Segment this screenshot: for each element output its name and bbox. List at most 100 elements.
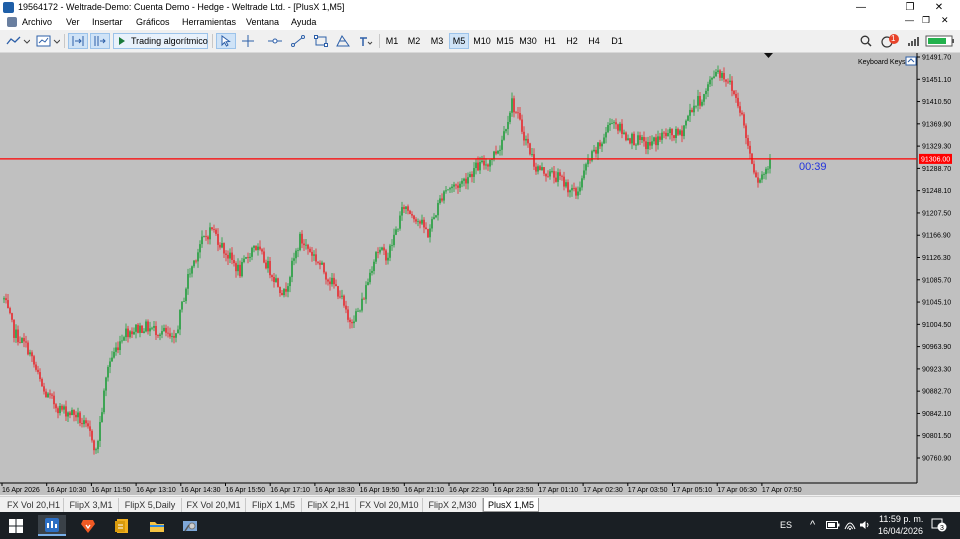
cursor-icon[interactable]	[216, 33, 236, 49]
bearish-candle	[329, 281, 331, 285]
clock-time[interactable]: 11:59 p. m.	[879, 514, 923, 524]
search-icon[interactable]	[858, 33, 874, 49]
bearish-candle	[147, 321, 149, 332]
menu-graficos[interactable]: Gráficos	[136, 17, 170, 27]
bullish-candle	[611, 123, 613, 124]
bullish-candle	[481, 160, 483, 163]
bullish-candle	[551, 171, 553, 172]
timeframe-h2[interactable]: H2	[562, 33, 582, 49]
algo-trading-button[interactable]: Trading algorítmico	[113, 33, 208, 49]
bearish-candle	[273, 277, 275, 282]
price-tick-label: 91369.90	[922, 121, 951, 128]
bearish-candle	[11, 313, 13, 320]
menu-close[interactable]: ✕	[941, 15, 949, 26]
tab-fx-vol-20-m10[interactable]: FX Vol 20,M10	[356, 498, 423, 512]
bullish-candle	[115, 347, 117, 352]
language-indicator[interactable]: ES	[780, 520, 792, 530]
bullish-candle	[583, 170, 585, 179]
bullish-candle	[689, 109, 691, 116]
metatrader-taskbar-icon[interactable]	[38, 515, 66, 536]
show-hidden-icons[interactable]: ^	[810, 519, 815, 531]
windows-start-icon[interactable]	[2, 515, 30, 536]
tab-plusx-1-m5[interactable]: PlusX 1,M5	[483, 498, 539, 512]
bullish-candle	[105, 377, 107, 391]
battery-icon[interactable]	[826, 520, 840, 532]
bearish-candle	[9, 308, 11, 314]
menu-minimize[interactable]: —	[905, 15, 914, 25]
menu-herramientas[interactable]: Herramientas	[182, 17, 236, 27]
timeframe-m2[interactable]: M2	[404, 33, 424, 49]
timeframe-m15[interactable]: M15	[494, 33, 516, 49]
menu-insertar[interactable]: Insertar	[92, 17, 123, 27]
bearish-candle	[325, 272, 327, 280]
bearish-candle	[659, 136, 661, 140]
bearish-candle	[633, 133, 635, 146]
bullish-candle	[687, 115, 689, 121]
tab-flipx-3-m1[interactable]: FlipX 3,M1	[64, 498, 119, 512]
menu-ventana[interactable]: Ventana	[246, 17, 279, 27]
notifications-icon[interactable]	[879, 33, 901, 49]
bullish-candle	[565, 182, 567, 187]
timeframe-h1[interactable]: H1	[540, 33, 560, 49]
menu-ver[interactable]: Ver	[66, 17, 80, 27]
bearish-candle	[157, 335, 159, 336]
bullish-candle	[29, 352, 31, 355]
bearish-candle	[141, 325, 143, 334]
keyboard-keys-icon[interactable]	[905, 56, 917, 66]
tab-flipx-5-daily[interactable]: FlipX 5,Daily	[119, 498, 182, 512]
horizontal-line-icon[interactable]	[265, 33, 285, 49]
timeframe-h4[interactable]: H4	[584, 33, 604, 49]
brave-browser-icon[interactable]	[74, 515, 102, 536]
price-chart[interactable]: 91491.70 91451.10 91410.50 91369.90 91329.30…	[0, 53, 960, 495]
file-explorer-icon[interactable]	[143, 515, 171, 536]
menu-archivo[interactable]: Archivo	[22, 17, 52, 27]
chart-shift-marker[interactable]	[764, 53, 773, 58]
tab-flipx-2-m30[interactable]: FlipX 2,M30	[423, 498, 483, 512]
close-button[interactable]: ✕	[924, 0, 954, 15]
bullish-candle	[705, 90, 707, 95]
maximize-button[interactable]: ❐	[895, 0, 925, 15]
tab-fx-vol-20-h1[interactable]: FX Vol 20,H1	[4, 498, 64, 512]
volume-icon[interactable]	[859, 520, 871, 532]
rectangle-icon[interactable]	[311, 33, 331, 49]
tab-flipx-1-m5[interactable]: FlipX 1,M5	[246, 498, 302, 512]
menu-restore[interactable]: ❐	[922, 15, 930, 26]
bearish-candle	[7, 300, 9, 309]
chart-shift-icon[interactable]	[90, 33, 110, 49]
chart-template-icon[interactable]	[35, 33, 61, 49]
bullish-candle	[437, 203, 439, 216]
bearish-candle	[31, 352, 33, 357]
bearish-candle	[735, 94, 737, 98]
trendline-icon[interactable]	[288, 33, 308, 49]
chart-window-icon[interactable]	[7, 17, 17, 27]
timeframe-m10[interactable]: M10	[471, 33, 493, 49]
tab-flipx-2-h1[interactable]: FlipX 2,H1	[302, 498, 356, 512]
shapes-icon[interactable]	[356, 33, 376, 49]
bullish-candle	[71, 409, 73, 416]
bullish-candle	[683, 125, 685, 137]
autoscroll-icon[interactable]	[68, 33, 88, 49]
network-icon[interactable]	[844, 520, 856, 532]
control-panel-icon[interactable]	[176, 515, 204, 536]
clock-date[interactable]: 16/04/2026	[878, 526, 923, 536]
bearish-candle	[723, 72, 725, 80]
chart-canvas[interactable]: 91491.70 91451.10 91410.50 91369.90 91329.30…	[0, 53, 960, 495]
minimize-button[interactable]: —	[846, 0, 876, 15]
timeframe-m3[interactable]: M3	[427, 33, 447, 49]
bullish-candle	[651, 141, 653, 146]
crosshair-icon[interactable]	[238, 33, 258, 49]
notification-center-icon[interactable]: 3	[931, 518, 947, 534]
tab-fx-vol-20-m1[interactable]: FX Vol 20,M1	[182, 498, 246, 512]
file-archive-icon[interactable]	[108, 515, 136, 536]
menu-ayuda[interactable]: Ayuda	[291, 17, 316, 27]
timeframe-m1[interactable]: M1	[382, 33, 402, 49]
bullish-candle	[537, 166, 539, 172]
timeframe-m5[interactable]: M5	[449, 33, 469, 49]
timeframe-d1[interactable]: D1	[607, 33, 627, 49]
fibonacci-icon[interactable]	[333, 33, 353, 49]
chart-type-icon[interactable]	[5, 33, 31, 49]
bearish-candle	[37, 369, 39, 373]
timeframe-m30[interactable]: M30	[517, 33, 539, 49]
bullish-candle	[619, 123, 621, 131]
bullish-candle	[379, 249, 381, 253]
